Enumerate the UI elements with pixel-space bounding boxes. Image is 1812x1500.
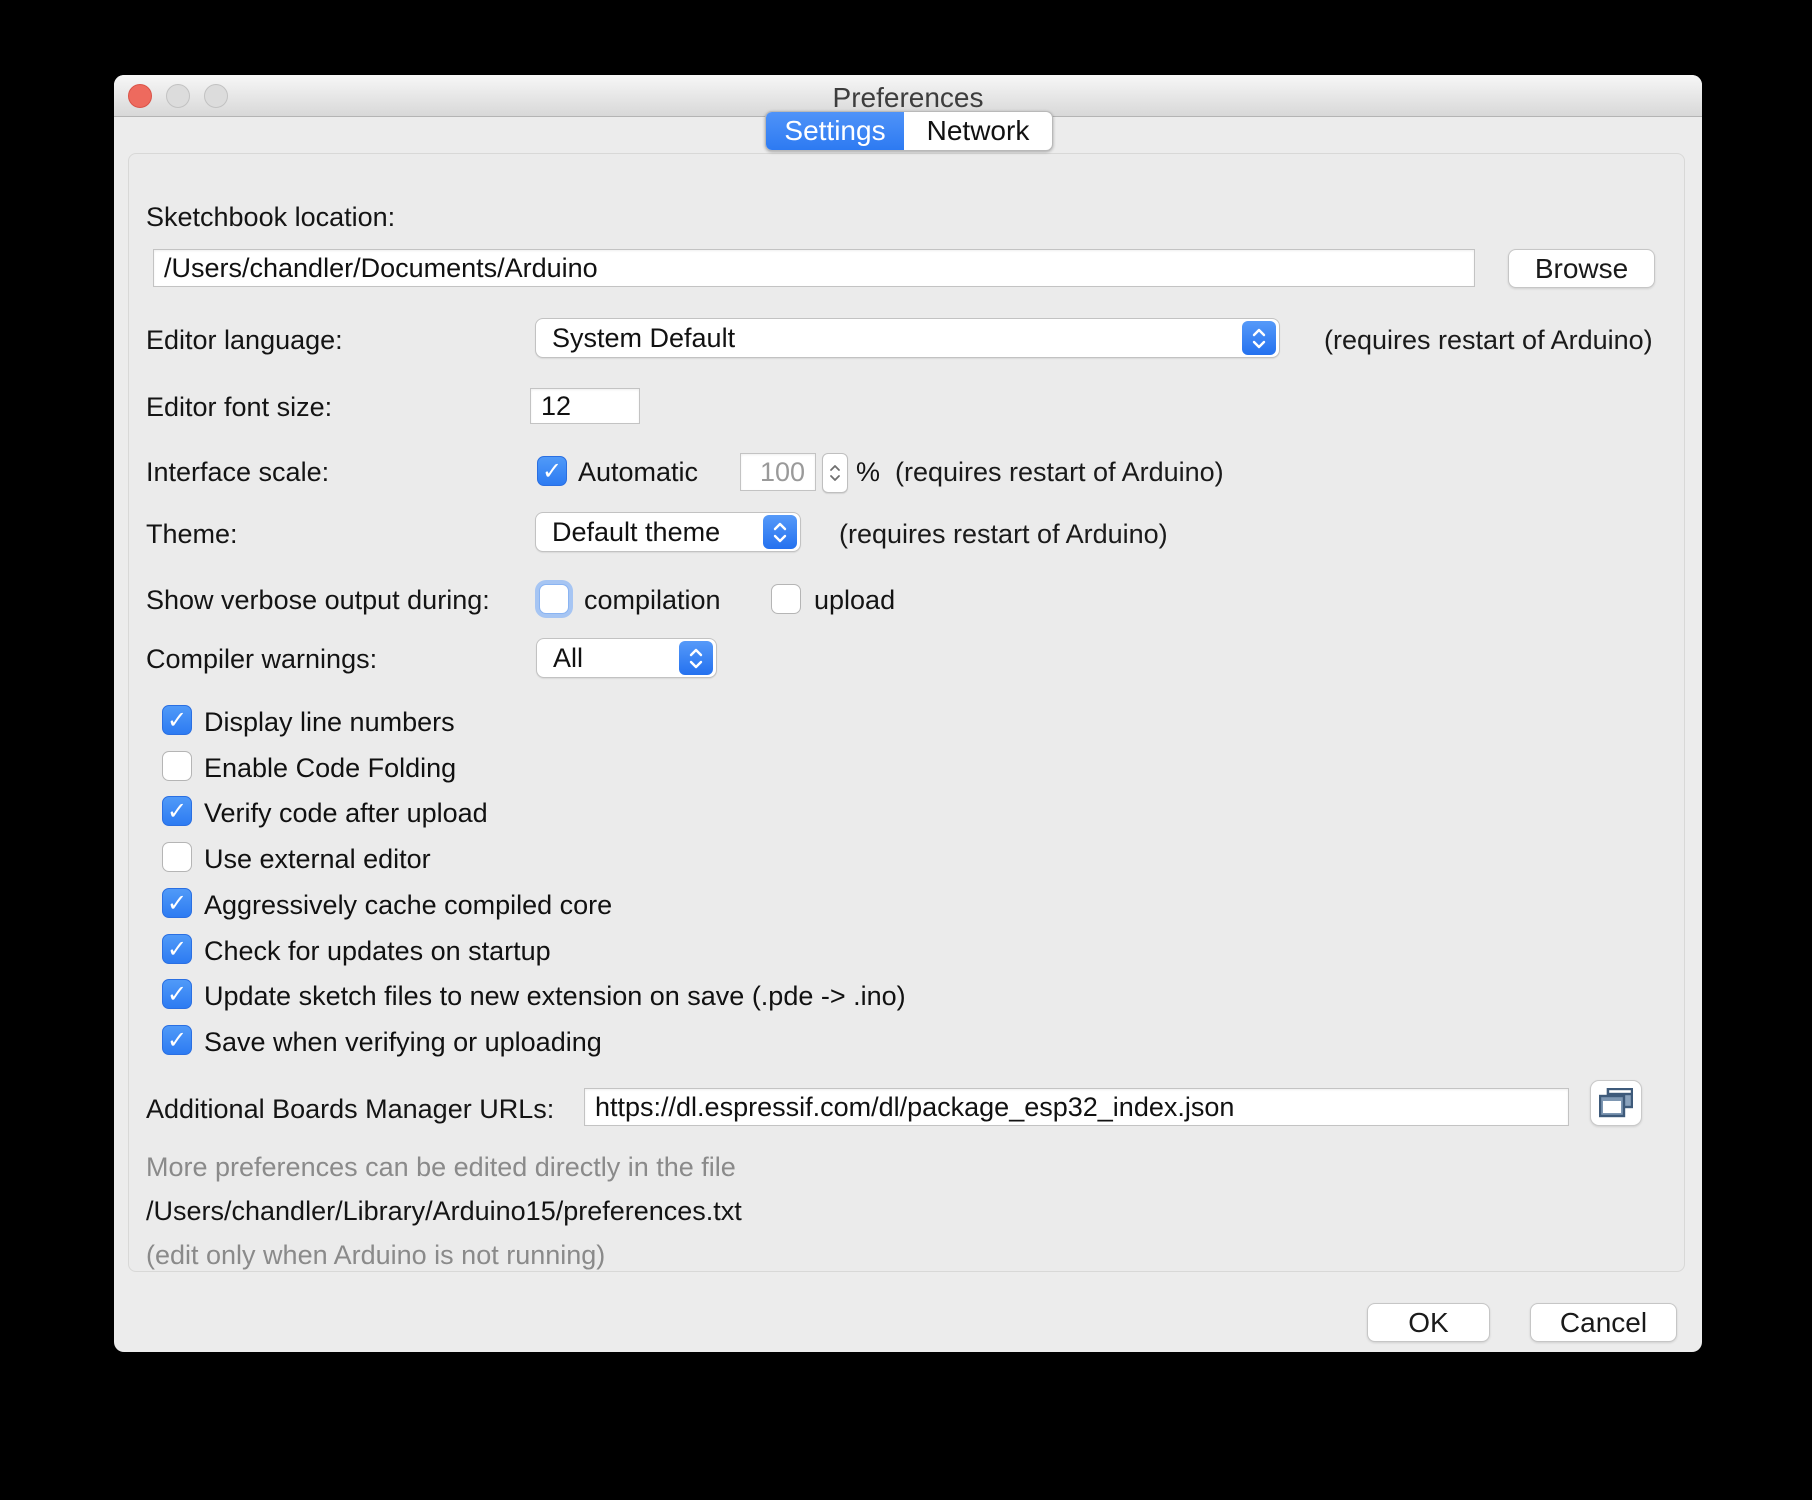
preferences-dialog: Preferences Settings Network Sketchbook … — [114, 75, 1702, 1352]
windows-overlap-icon — [1599, 1088, 1633, 1118]
cancel-button[interactable]: Cancel — [1530, 1303, 1677, 1342]
preference-checkbox-label: Enable Code Folding — [204, 753, 456, 784]
tab-settings[interactable]: Settings — [766, 112, 904, 150]
preference-checkbox[interactable] — [162, 979, 192, 1009]
boards-manager-urls-label: Additional Boards Manager URLs: — [146, 1094, 554, 1125]
preference-checkbox-label: Verify code after upload — [204, 798, 488, 829]
compiler-warnings-value: All — [537, 643, 679, 674]
footer-edit-warning-text: (edit only when Arduino is not running) — [146, 1240, 605, 1271]
editor-language-select[interactable]: System Default — [535, 318, 1280, 358]
stepper-up-icon[interactable] — [829, 464, 841, 472]
chevron-up-down-icon — [763, 515, 797, 549]
boards-manager-urls-input[interactable] — [584, 1088, 1569, 1126]
verbose-upload-checkbox[interactable] — [771, 584, 801, 614]
preference-checkbox-label: Update sketch files to new extension on … — [204, 981, 906, 1012]
compiler-warnings-label: Compiler warnings: — [146, 644, 377, 675]
tab-bar: Settings Network — [765, 111, 1053, 151]
preference-checkbox-label: Display line numbers — [204, 707, 455, 738]
preference-checkbox[interactable] — [162, 842, 192, 872]
theme-label: Theme: — [146, 519, 238, 550]
editor-language-value: System Default — [536, 323, 1242, 354]
browse-button[interactable]: Browse — [1508, 249, 1655, 288]
preference-checkbox[interactable] — [162, 934, 192, 964]
theme-restart-note: (requires restart of Arduino) — [839, 519, 1168, 550]
preference-checkbox-label: Aggressively cache compiled core — [204, 890, 612, 921]
scale-restart-note: (requires restart of Arduino) — [895, 457, 1224, 488]
preferences-file-path: /Users/chandler/Library/Arduino15/prefer… — [146, 1196, 742, 1227]
preference-checkbox[interactable] — [162, 751, 192, 781]
percent-label: % — [856, 457, 880, 488]
preference-checkbox-label: Use external editor — [204, 844, 431, 875]
language-restart-note: (requires restart of Arduino) — [1324, 325, 1653, 356]
tab-network[interactable]: Network — [904, 112, 1052, 150]
interface-scale-label: Interface scale: — [146, 457, 329, 488]
sketchbook-location-label: Sketchbook location: — [146, 202, 395, 233]
chevron-up-down-icon — [679, 641, 713, 675]
sketchbook-location-input[interactable] — [153, 249, 1475, 287]
footer-more-preferences-text: More preferences can be edited directly … — [146, 1152, 736, 1183]
preference-checkbox[interactable] — [162, 1025, 192, 1055]
scale-stepper[interactable] — [822, 453, 848, 493]
verbose-compilation-checkbox[interactable] — [539, 584, 569, 614]
preference-checkbox[interactable] — [162, 705, 192, 735]
theme-select[interactable]: Default theme — [535, 512, 801, 552]
editor-language-label: Editor language: — [146, 325, 343, 356]
stepper-down-icon[interactable] — [829, 474, 841, 482]
verbose-upload-label: upload — [814, 585, 895, 616]
automatic-scale-checkbox-label: Automatic — [578, 457, 698, 488]
theme-value: Default theme — [536, 517, 763, 548]
verbose-compilation-label: compilation — [584, 585, 721, 616]
ok-button[interactable]: OK — [1367, 1303, 1490, 1342]
interface-scale-value-input — [740, 453, 816, 491]
compiler-warnings-select[interactable]: All — [536, 638, 717, 678]
window-title: Preferences — [114, 82, 1702, 114]
editor-font-size-label: Editor font size: — [146, 392, 332, 423]
preference-checkbox-label: Check for updates on startup — [204, 936, 551, 967]
chevron-up-down-icon — [1242, 321, 1276, 355]
automatic-scale-checkbox[interactable] — [537, 456, 567, 486]
preference-checkbox[interactable] — [162, 796, 192, 826]
preference-checkbox-label: Save when verifying or uploading — [204, 1027, 602, 1058]
preference-checkbox[interactable] — [162, 888, 192, 918]
open-urls-dialog-button[interactable] — [1590, 1080, 1642, 1126]
editor-font-size-input[interactable] — [530, 388, 640, 424]
verbose-output-label: Show verbose output during: — [146, 585, 490, 616]
